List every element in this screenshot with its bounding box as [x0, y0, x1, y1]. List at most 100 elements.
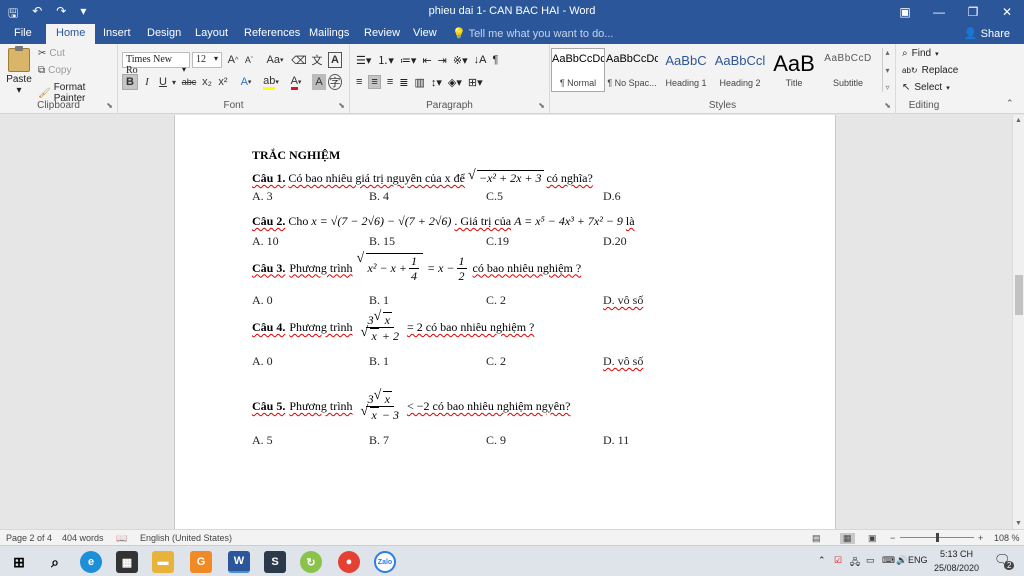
numbering-icon[interactable]: ⒈▾	[377, 52, 394, 68]
tab-insert[interactable]: Insert	[103, 27, 131, 39]
shading-icon[interactable]: ◈▾	[448, 76, 462, 89]
restore-button[interactable]: ❐	[956, 0, 990, 24]
zoom-in-icon[interactable]: +	[978, 533, 983, 543]
zoom-out-icon[interactable]: −	[890, 533, 895, 543]
style-subtitle[interactable]: AaBbCcD Subtitle	[821, 48, 875, 92]
tell-me-box[interactable]: 💡 Tell me what you want to do...	[452, 27, 613, 40]
align-right-icon[interactable]: ≡	[387, 76, 393, 88]
app-icon[interactable]: ↻	[300, 551, 322, 573]
proofing-icon[interactable]: 📖	[116, 533, 127, 544]
clear-formatting-icon[interactable]: ⌫	[291, 52, 307, 68]
collapse-ribbon-icon[interactable]: ⌃	[1006, 98, 1014, 109]
justify-icon[interactable]: ≣	[399, 76, 408, 89]
tab-file[interactable]: File	[14, 27, 32, 39]
style-normal[interactable]: AaBbCcDc ¶ Normal	[551, 48, 605, 92]
tab-home[interactable]: Home	[46, 24, 96, 44]
grow-font-button[interactable]: A ^	[226, 52, 240, 68]
enclose-characters-icon[interactable]: 字	[328, 74, 342, 90]
chevron-up-icon[interactable]: ⌃	[818, 555, 826, 566]
dialog-launcher-icon[interactable]: ⬊	[106, 101, 113, 110]
clock-time[interactable]: 5:13 CH	[940, 549, 973, 559]
zoom-slider-thumb[interactable]	[936, 533, 939, 542]
vertical-scrollbar[interactable]: ▲ ▼	[1012, 115, 1024, 529]
change-case-button[interactable]: Aa ▾	[264, 52, 286, 68]
search-icon[interactable]: ⌕	[44, 551, 66, 573]
paste-button[interactable]: Paste ▾	[6, 46, 32, 96]
increase-indent-icon[interactable]: ⇥	[438, 54, 447, 67]
chevron-down-icon[interactable]: ▾	[170, 74, 178, 90]
tray-app-icon[interactable]: ☑	[834, 555, 842, 566]
edge-browser-icon[interactable]: e	[80, 551, 102, 573]
subscript-button[interactable]: x₂	[200, 74, 214, 90]
style-heading-2[interactable]: AaBbCcl Heading 2	[713, 48, 767, 92]
align-left-icon[interactable]: ≡	[356, 76, 362, 88]
asian-layout-icon[interactable]: ※▾	[453, 54, 468, 67]
phonetic-guide-icon[interactable]: 文	[310, 52, 324, 68]
tab-mailings[interactable]: Mailings	[309, 27, 349, 39]
dialog-launcher-icon[interactable]: ⬊	[338, 101, 345, 110]
decrease-indent-icon[interactable]: ⇤	[422, 54, 431, 67]
chevron-up-icon[interactable]: ▴	[885, 48, 889, 57]
select-button[interactable]: ↖ Select ▾	[902, 82, 950, 93]
file-explorer-icon[interactable]: ▬	[152, 551, 174, 573]
network-icon[interactable]: 🖧	[850, 555, 860, 571]
share-button[interactable]: 👤 Share	[964, 27, 1010, 40]
battery-icon[interactable]: ▭	[866, 555, 875, 566]
more-icon[interactable]: ▿	[885, 83, 889, 92]
read-mode-icon[interactable]: ▤	[812, 533, 821, 544]
font-color-icon[interactable]: A ▾	[286, 74, 306, 90]
character-shading-icon[interactable]: A	[312, 74, 326, 90]
style-title[interactable]: AaB Title	[767, 48, 821, 92]
shrink-font-button[interactable]: Aˇ	[242, 52, 256, 68]
multilevel-list-icon[interactable]: ≔▾	[400, 54, 417, 67]
scrollbar-thumb[interactable]	[1015, 275, 1023, 315]
font-name-box[interactable]: Times New Ro ▾	[122, 52, 190, 76]
italic-button[interactable]: I	[140, 74, 154, 90]
word-taskbar-icon[interactable]: W	[228, 551, 250, 573]
tab-view[interactable]: View	[413, 27, 437, 39]
strikethrough-button[interactable]: abc	[180, 74, 198, 90]
tab-layout[interactable]: Layout	[195, 27, 228, 39]
find-button[interactable]: ⌕ Find ▾	[902, 48, 939, 59]
style-no-spac[interactable]: AaBbCcDc ¶ No Spac...	[605, 48, 659, 92]
copy-button[interactable]: ⧉ Copy	[38, 65, 72, 76]
text-effects-icon[interactable]: A ▾	[236, 74, 256, 90]
close-button[interactable]: ✕	[990, 0, 1024, 24]
keyboard-icon[interactable]: ⌨	[882, 555, 895, 566]
borders-icon[interactable]: ⊞▾	[468, 76, 483, 89]
sort-icon[interactable]: ↓A	[474, 54, 487, 66]
dialog-launcher-icon[interactable]: ⬊	[884, 101, 891, 110]
cut-button[interactable]: ✂ Cut	[38, 48, 65, 59]
align-center-icon[interactable]: ≡	[368, 75, 381, 89]
tab-review[interactable]: Review	[364, 27, 400, 39]
font-size-box[interactable]: 12 ▾	[192, 52, 222, 68]
scroll-down-icon[interactable]: ▼	[1015, 520, 1022, 527]
minimize-button[interactable]: —	[922, 0, 956, 24]
document-page[interactable]: TRẮC NGHIỆM Câu 1. Có bao nhiêu giá trị …	[174, 115, 836, 529]
language-indicator[interactable]: English (United States)	[140, 533, 232, 543]
pilcrow-icon[interactable]: ¶	[492, 54, 498, 66]
bold-button[interactable]: B	[122, 74, 138, 90]
tab-design[interactable]: Design	[147, 27, 181, 39]
chevron-down-icon[interactable]: ▾	[885, 66, 889, 75]
ribbon-display-icon[interactable]: ▣	[888, 0, 922, 24]
replace-button[interactable]: ab↻ Replace	[902, 65, 958, 76]
distributed-icon[interactable]: ▥	[414, 76, 424, 89]
clock-date[interactable]: 25/08/2020	[934, 563, 979, 573]
word-count[interactable]: 404 words	[62, 533, 104, 543]
style-heading-1[interactable]: AaBbC Heading 1	[659, 48, 713, 92]
page-count[interactable]: Page 2 of 4	[6, 533, 52, 543]
scroll-up-icon[interactable]: ▲	[1015, 117, 1022, 124]
character-border-icon[interactable]: A	[328, 52, 342, 68]
tab-references[interactable]: References	[244, 27, 300, 39]
highlight-color-icon[interactable]: ab ▾	[260, 74, 282, 90]
zoom-level[interactable]: 108 %	[994, 533, 1020, 543]
web-layout-icon[interactable]: ▣	[868, 533, 877, 544]
zalo-icon[interactable]: Zalo	[374, 551, 396, 573]
styles-gallery-scroll[interactable]: ▴ ▾ ▿	[882, 48, 892, 92]
dialog-launcher-icon[interactable]: ⬊	[538, 101, 545, 110]
superscript-button[interactable]: x²	[216, 74, 230, 90]
windows-start-icon[interactable]: ⊞	[8, 551, 30, 573]
input-language[interactable]: ENG	[908, 555, 928, 565]
volume-icon[interactable]: 🔊	[896, 555, 907, 566]
